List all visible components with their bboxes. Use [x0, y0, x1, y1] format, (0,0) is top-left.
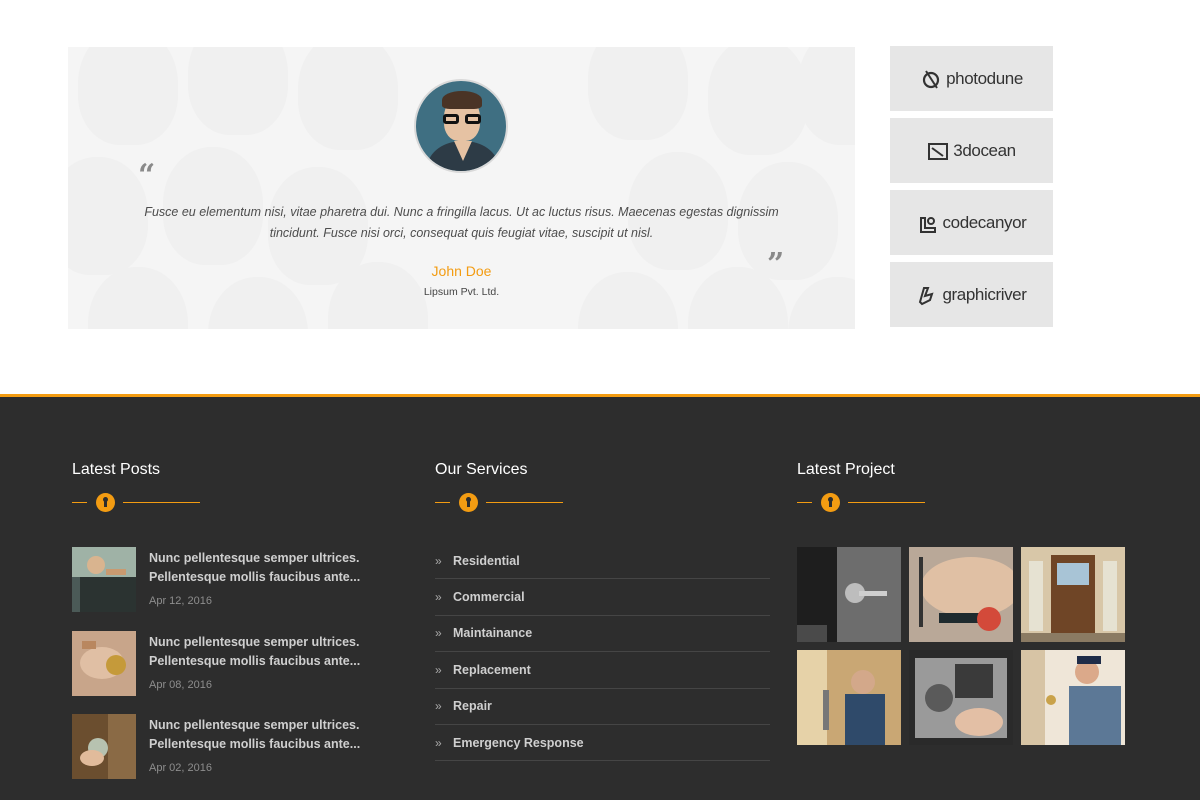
double-chevron-right-icon: » — [435, 662, 442, 677]
post-date: Apr 12, 2016 — [149, 595, 212, 607]
testimonial-company: Lipsum Pvt. Ltd. — [423, 286, 500, 298]
keyhole-icon — [96, 493, 115, 512]
post-item[interactable]: Nunc pellentesque semper ultrices. Pelle… — [72, 631, 372, 697]
double-chevron-right-icon: » — [435, 553, 442, 568]
brand-photodune[interactable]: photodune — [890, 46, 1053, 111]
double-chevron-right-icon: » — [435, 626, 442, 641]
brand-graphicriver[interactable]: graphicriver — [890, 262, 1053, 327]
service-link-residential[interactable]: » Residential — [435, 543, 770, 580]
testimonial-section: “ Fusce eu elementum nisi, vitae pharetr… — [68, 47, 855, 329]
service-link-commercial[interactable]: » Commercial — [435, 579, 770, 616]
graphicriver-icon — [919, 286, 935, 305]
brand-codecanyon[interactable]: codecanyor — [890, 190, 1053, 255]
double-chevron-right-icon: » — [435, 699, 442, 714]
post-item[interactable]: Nunc pellentesque semper ultrices. Pelle… — [72, 714, 372, 780]
project-thumbnail[interactable] — [797, 650, 901, 745]
latest-project-divider — [797, 493, 925, 513]
services-list: » Residential » Commercial » Maintainance »… — [435, 543, 770, 762]
our-services-title: Our Services — [435, 461, 528, 478]
post-title[interactable]: Nunc pellentesque semper ultrices. Pelle… — [149, 716, 374, 754]
project-thumbnail[interactable] — [909, 650, 1013, 745]
project-thumbnail[interactable] — [797, 547, 901, 642]
post-thumbnail[interactable] — [72, 547, 136, 612]
service-link-maintainance[interactable]: » Maintainance — [435, 616, 770, 653]
post-date: Apr 02, 2016 — [149, 762, 212, 774]
testimonial-avatar — [414, 79, 508, 173]
keyhole-icon — [821, 493, 840, 512]
project-gallery — [797, 547, 1125, 747]
post-thumbnail[interactable] — [72, 714, 136, 779]
post-date: Apr 08, 2016 — [149, 679, 212, 691]
keyhole-icon — [459, 493, 478, 512]
double-chevron-right-icon: » — [435, 735, 442, 750]
project-thumbnail[interactable] — [909, 547, 1013, 642]
testimonial-author: John Doe — [431, 263, 492, 279]
site-footer: Latest Posts Nunc pellentesque semper ul… — [0, 394, 1200, 800]
post-title[interactable]: Nunc pellentesque semper ultrices. Pelle… — [149, 633, 374, 671]
service-link-repair[interactable]: » Repair — [435, 689, 770, 725]
service-link-emergency-response[interactable]: » Emergency Response — [435, 725, 770, 762]
post-item[interactable]: Nunc pellentesque semper ultrices. Pelle… — [72, 547, 372, 613]
project-thumbnail[interactable] — [1021, 547, 1125, 642]
latest-project-title: Latest Project — [797, 461, 895, 478]
service-link-replacement[interactable]: » Replacement — [435, 652, 770, 689]
photodune-icon — [923, 69, 940, 89]
our-services-divider — [435, 493, 563, 513]
post-title[interactable]: Nunc pellentesque semper ultrices. Pelle… — [149, 549, 374, 587]
quote-open-icon: “ — [138, 158, 156, 193]
3docean-icon — [928, 142, 949, 160]
codecanyon-icon — [919, 216, 936, 233]
latest-posts-divider — [72, 493, 200, 513]
project-thumbnail[interactable] — [1021, 650, 1125, 745]
post-thumbnail[interactable] — [72, 631, 136, 696]
testimonial-quote: Fusce eu elementum nisi, vitae pharetra … — [144, 205, 779, 240]
brand-logos: photodune 3docean codecanyor graphicrive… — [890, 46, 1053, 334]
latest-posts-title: Latest Posts — [72, 461, 161, 478]
double-chevron-right-icon: » — [435, 590, 442, 605]
brand-3docean[interactable]: 3docean — [890, 118, 1053, 183]
